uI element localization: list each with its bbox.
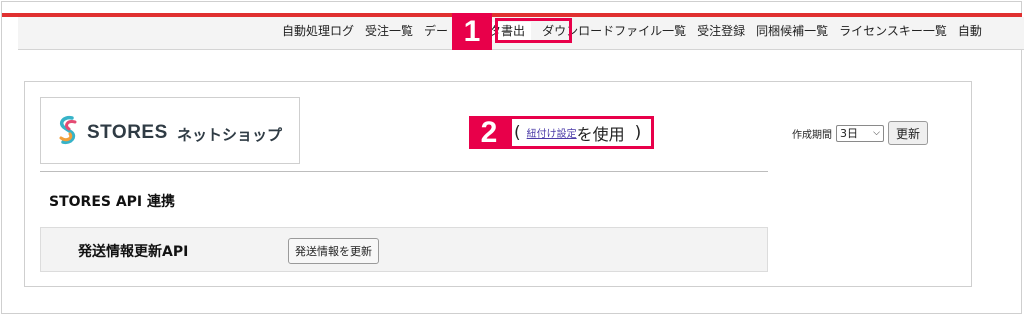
- api-row: 発送情報更新API 発送情報を更新: [40, 227, 768, 272]
- nav-item-order-entry[interactable]: 受注登録: [697, 22, 745, 40]
- step-badge-1: 1: [452, 13, 492, 50]
- open-paren: (: [514, 122, 521, 143]
- logo-wordmark: STORES: [87, 122, 168, 143]
- nav-item-orders[interactable]: 受注一覧: [365, 22, 413, 40]
- update-shipping-button[interactable]: 発送情報を更新: [288, 238, 379, 264]
- shop-logo: STORES ネットショップ: [40, 97, 300, 164]
- highlight-box-data-export: [495, 18, 572, 43]
- section-title: STORES API 連携: [49, 194, 176, 210]
- period-selected-value: 3日: [840, 127, 858, 140]
- period-select[interactable]: 3日 ⌵: [836, 124, 884, 142]
- chevron-down-icon: ⌵: [873, 128, 880, 138]
- nav-item-auto-log[interactable]: 自動処理ログ: [282, 22, 354, 40]
- api-label: 発送情報更新API: [78, 244, 189, 260]
- nav-item-bundle-candidates[interactable]: 同梱候補一覧: [756, 22, 828, 40]
- nav-item-data-partial[interactable]: デー: [424, 22, 448, 40]
- usage-text: を使用: [576, 124, 625, 144]
- step-badge-2: 2: [469, 116, 509, 149]
- highlight-box-usage: ( 紐付け設定 を使用 ): [509, 116, 655, 149]
- period-controls: 作成期間 3日 ⌵ 更新: [792, 121, 929, 145]
- mapping-settings-link[interactable]: 紐付け設定: [527, 125, 577, 140]
- stores-logo-icon: [59, 115, 77, 145]
- update-button[interactable]: 更新: [888, 121, 929, 145]
- usage-note: 2 ( 紐付け設定 を使用 ): [469, 116, 655, 149]
- nav-item-auto-partial[interactable]: 自動: [958, 22, 982, 40]
- main-nav: 自動処理ログ 受注一覧 デー データ書出 ダウンロードファイル一覧 受注登録 同…: [282, 22, 993, 40]
- period-label: 作成期間: [792, 129, 832, 141]
- close-paren: ): [634, 122, 642, 143]
- section-divider: [40, 171, 768, 172]
- nav-item-license-keys[interactable]: ライセンスキー一覧: [839, 22, 947, 40]
- logo-subtext: ネットショップ: [177, 126, 283, 144]
